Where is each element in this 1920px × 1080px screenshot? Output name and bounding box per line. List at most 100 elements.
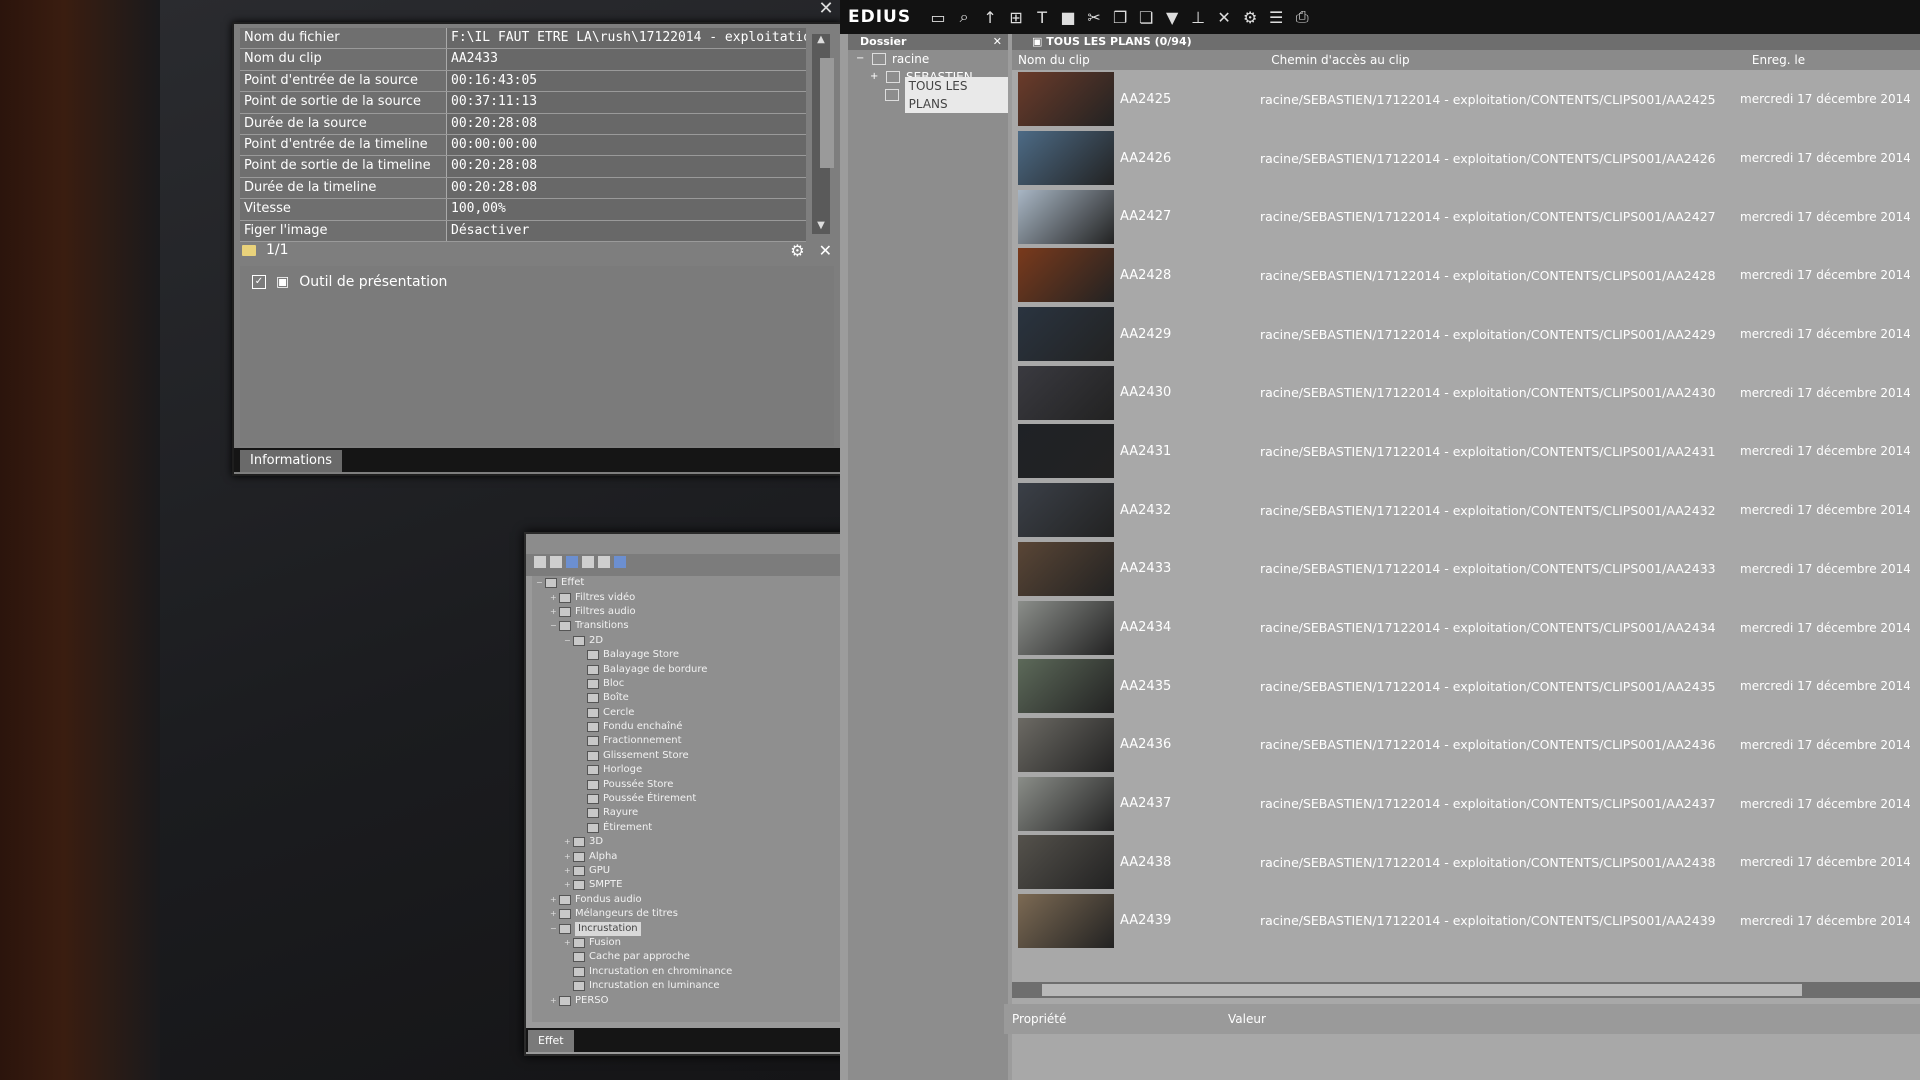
scroll-thumb[interactable] <box>820 58 834 168</box>
clip-row[interactable]: AA2427 racine/SEBASTIEN/17122014 - exploi… <box>1012 187 1920 246</box>
effect-icon <box>587 779 599 790</box>
toolbar-icon[interactable] <box>566 556 578 568</box>
clip-row[interactable]: AA2429 racine/SEBASTIEN/17122014 - exploi… <box>1012 305 1920 364</box>
up-arrow-icon[interactable]: ↑ <box>977 8 1003 27</box>
scroll-down-icon[interactable]: ▼ <box>812 220 830 234</box>
tool-row-presentation[interactable]: ✓ ▣ Outil de présentation <box>240 266 834 298</box>
checkbox-icon[interactable]: ✓ <box>252 275 266 289</box>
clip-row[interactable]: AA2426 racine/SEBASTIEN/17122014 - exploi… <box>1012 129 1920 188</box>
clip-row[interactable]: AA2430 racine/SEBASTIEN/17122014 - exploi… <box>1012 363 1920 422</box>
clip-row[interactable]: AA2432 racine/SEBASTIEN/17122014 - exploi… <box>1012 481 1920 540</box>
toolbar-icon[interactable] <box>534 556 546 568</box>
property-row[interactable]: Durée de la timeline 00:20:28:08 <box>240 177 806 200</box>
expand-icon[interactable]: + <box>564 864 573 878</box>
scroll-thumb[interactable] <box>1042 984 1802 996</box>
expand-icon[interactable]: − <box>564 634 573 648</box>
clip-row[interactable]: AA2428 racine/SEBASTIEN/17122014 - exploi… <box>1012 246 1920 305</box>
title-icon[interactable]: T <box>1029 8 1055 27</box>
property-row[interactable]: Point d'entrée de la source 00:16:43:05 <box>240 70 806 93</box>
column-recorded[interactable]: Enreg. le <box>1746 50 1920 70</box>
folder-tree-item[interactable]: TOUS LES PLANS <box>848 77 1008 113</box>
effect-icon <box>573 981 585 992</box>
expand-icon[interactable]: + <box>870 68 880 86</box>
clip-thumbnail[interactable] <box>1018 717 1114 772</box>
clip-row[interactable]: AA2433 racine/SEBASTIEN/17122014 - exploi… <box>1012 540 1920 599</box>
text-icon[interactable] <box>598 556 610 568</box>
property-row[interactable]: Point d'entrée de la timeline 00:00:00:00 <box>240 134 806 157</box>
paste-icon[interactable]: ❏ <box>1133 8 1159 27</box>
folder-tree-item[interactable]: − racine <box>848 50 1008 68</box>
clip-thumbnail[interactable] <box>1018 600 1114 655</box>
expand-icon[interactable]: + <box>564 936 573 950</box>
expand-icon[interactable]: + <box>550 605 559 619</box>
expand-icon[interactable]: − <box>536 576 545 590</box>
add-clip-icon[interactable]: ⊞ <box>1003 8 1029 27</box>
close-icon[interactable]: ✕ <box>993 34 1002 50</box>
expand-icon[interactable]: − <box>856 50 866 68</box>
clip-thumbnail[interactable] <box>1018 307 1114 362</box>
clip-row[interactable]: AA2436 racine/SEBASTIEN/17122014 - exploi… <box>1012 716 1920 775</box>
expand-icon[interactable]: + <box>564 850 573 864</box>
search-icon[interactable]: ⌕ <box>951 7 977 27</box>
expand-icon[interactable]: + <box>564 835 573 849</box>
scroll-up-icon[interactable]: ▲ <box>812 34 830 48</box>
expand-icon[interactable]: − <box>550 619 559 633</box>
clip-row[interactable]: AA2439 racine/SEBASTIEN/17122014 - exploi… <box>1012 892 1920 951</box>
toolbar-icon[interactable] <box>614 556 626 568</box>
expand-icon[interactable]: + <box>550 994 559 1008</box>
delete-icon[interactable]: ✕ <box>1211 8 1237 27</box>
column-clip-name[interactable]: Nom du clip <box>1012 50 1265 70</box>
properties-scrollbar[interactable]: ▲ ▼ <box>812 34 834 234</box>
property-row[interactable]: Vitesse 100,00% <box>240 199 806 221</box>
clip-thumbnail[interactable] <box>1018 776 1114 831</box>
clip-thumbnail[interactable] <box>1018 659 1114 714</box>
tab-informations[interactable]: Informations <box>240 450 343 472</box>
effect-icon <box>559 923 571 934</box>
property-row[interactable]: Point de sortie de la source 00:37:11:13 <box>240 92 806 114</box>
properties-icon[interactable]: ⚙ <box>1237 8 1263 27</box>
copy-icon[interactable]: ❐ <box>1107 8 1133 27</box>
cut-icon[interactable]: ✂ <box>1081 8 1107 27</box>
settings-icon[interactable]: ⚙ <box>790 241 804 260</box>
clip-row[interactable]: AA2425 racine/SEBASTIEN/17122014 - exploi… <box>1012 70 1920 129</box>
clip-thumbnail[interactable] <box>1018 541 1114 596</box>
property-row[interactable]: Nom du clip AA2433 <box>240 49 806 71</box>
marker-icon[interactable]: ▼ <box>1159 8 1185 27</box>
expand-icon[interactable]: + <box>550 591 559 605</box>
clip-thumbnail[interactable] <box>1018 248 1114 303</box>
clip-thumbnail[interactable] <box>1018 72 1114 127</box>
property-row[interactable]: Durée de la source 00:20:28:08 <box>240 113 806 135</box>
clip-row[interactable]: AA2431 racine/SEBASTIEN/17122014 - exploi… <box>1012 422 1920 481</box>
clip-row[interactable]: AA2437 racine/SEBASTIEN/17122014 - exploi… <box>1012 774 1920 833</box>
clip-thumbnail[interactable] <box>1018 835 1114 890</box>
clip-thumbnail[interactable] <box>1018 189 1114 244</box>
export-icon[interactable]: ⎙ <box>1289 7 1315 27</box>
clip-thumbnail[interactable] <box>1018 483 1114 538</box>
tab-effet[interactable]: Effet <box>528 1030 574 1052</box>
color-bar-icon[interactable]: ■ <box>1055 8 1081 27</box>
toolbar-icon[interactable] <box>550 556 562 568</box>
clip-thumbnail[interactable] <box>1018 893 1114 948</box>
clip-thumbnail[interactable] <box>1018 131 1114 186</box>
expand-icon[interactable]: + <box>550 907 559 921</box>
expand-icon[interactable]: + <box>550 893 559 907</box>
clip-row[interactable]: AA2435 racine/SEBASTIEN/17122014 - exploi… <box>1012 657 1920 716</box>
folder-icon[interactable]: ▭ <box>925 8 951 27</box>
expand-icon[interactable]: − <box>550 922 559 936</box>
timeline-icon[interactable]: ⊥ <box>1185 8 1211 27</box>
clip-row[interactable]: AA2438 racine/SEBASTIEN/17122014 - exploi… <box>1012 833 1920 892</box>
clip-thumbnail[interactable] <box>1018 424 1114 479</box>
property-row[interactable]: Point de sortie de la timeline 00:20:28:0… <box>240 156 806 178</box>
clip-date: mercredi 17 décembre 2014 10:2 <box>1740 679 1910 694</box>
expand-icon[interactable]: + <box>564 878 573 892</box>
close-icon[interactable]: ✕ <box>816 0 836 18</box>
clip-thumbnail[interactable] <box>1018 365 1114 420</box>
view-icon[interactable]: ☰ <box>1263 8 1289 27</box>
column-clip-path[interactable]: Chemin d'accès au clip <box>1265 50 1746 70</box>
clip-horizontal-scrollbar[interactable] <box>1012 982 1920 998</box>
delete-icon[interactable]: ✕ <box>819 241 832 260</box>
clip-row[interactable]: AA2434 racine/SEBASTIEN/17122014 - exploi… <box>1012 598 1920 657</box>
property-row[interactable]: Nom du fichier F:\IL FAUT ETRE LA\rush\17… <box>240 28 806 50</box>
property-key: Vitesse <box>240 199 447 220</box>
toolbar-icon[interactable] <box>582 556 594 568</box>
